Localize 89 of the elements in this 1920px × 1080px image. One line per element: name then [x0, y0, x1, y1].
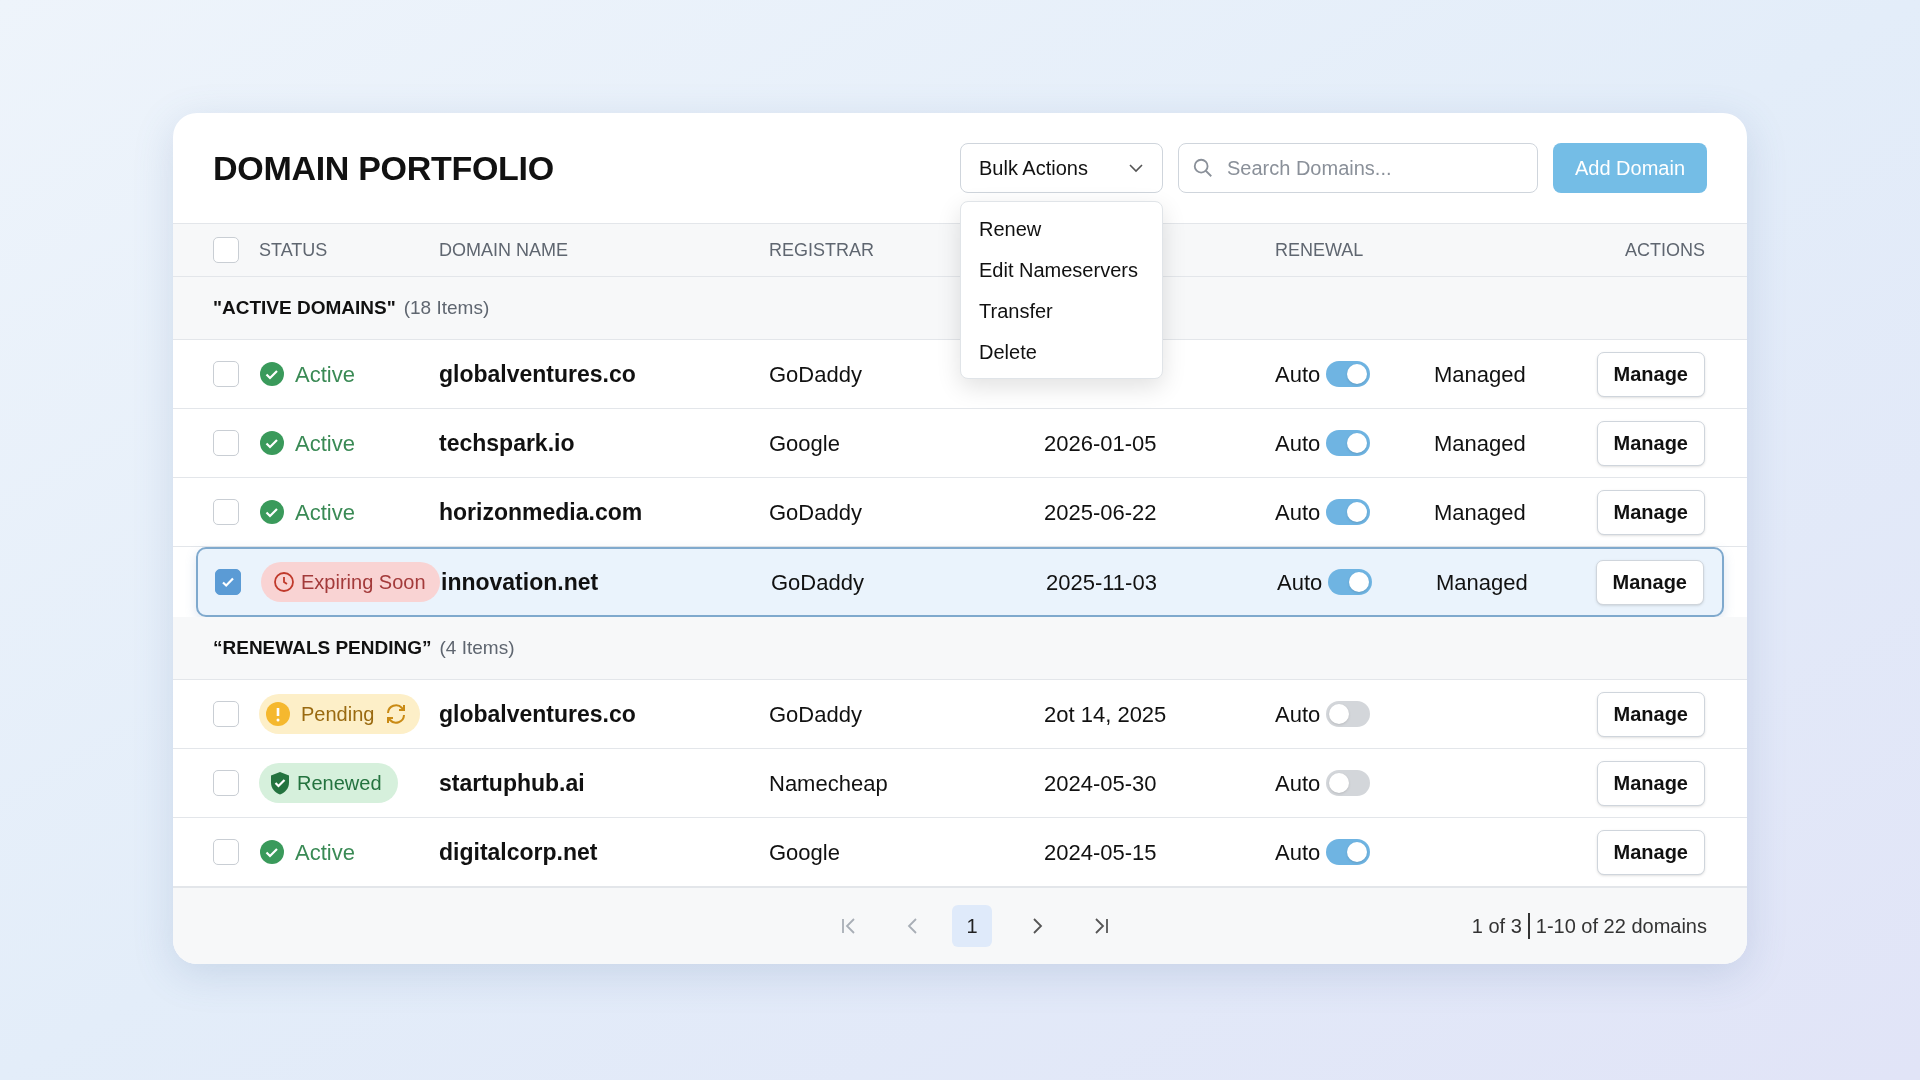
renewal-label: Auto: [1275, 498, 1321, 527]
page-button[interactable]: 1: [952, 905, 992, 947]
checkbox[interactable]: [213, 361, 239, 387]
domain-name: techspark.io: [439, 428, 576, 458]
auto-renew-toggle[interactable]: [1326, 430, 1371, 456]
auto-renew-toggle[interactable]: [1328, 569, 1373, 595]
menu-item[interactable]: Delete: [961, 331, 1162, 372]
auto-renew-toggle[interactable]: [1326, 839, 1371, 865]
auto-renew-toggle[interactable]: [1326, 361, 1371, 387]
manage-button[interactable]: Manage: [1596, 351, 1705, 397]
renewal-label: Auto: [1275, 700, 1321, 729]
check-circle-icon: [259, 430, 285, 456]
group-count: (18 Items): [403, 295, 490, 320]
column-header: RENEWAL: [1275, 238, 1365, 262]
checkbox[interactable]: [213, 701, 239, 727]
expiry-date: 2024-05-30: [1044, 769, 1158, 798]
registrar-cell-text: Google: [769, 429, 841, 458]
registrar-cell-text: Google: [769, 838, 841, 867]
check-circle-icon: [259, 499, 285, 525]
registrar-cell-text: GoDaddy: [769, 498, 863, 527]
status-badge: Pending: [259, 694, 421, 734]
status-label: Active: [295, 360, 355, 389]
domain-name: horizonmedia.com: [439, 497, 644, 527]
status-label: Active: [295, 838, 355, 867]
checkbox[interactable]: [213, 839, 239, 865]
column-header: STATUS: [259, 238, 329, 262]
group-title: “RENEWALS PENDING”: [213, 635, 432, 660]
search-field[interactable]: Search Domains...: [1178, 143, 1538, 193]
auto-renew-toggle[interactable]: [1326, 770, 1371, 796]
renewal-label: Auto: [1275, 769, 1321, 798]
exclamation-circle-icon: [265, 701, 291, 727]
checkbox[interactable]: [213, 499, 239, 525]
chevron-down-icon: [1128, 163, 1144, 173]
expiry-date: 2025-11-03: [1046, 568, 1158, 597]
domain-name: globalventures.co: [439, 359, 637, 389]
domain-name: innovation.net: [441, 567, 600, 597]
clock-icon: [273, 571, 295, 593]
management-label: Managed: [1434, 360, 1527, 389]
column-header: REGISTRAR: [769, 238, 875, 262]
expiry-date: 2ot 14, 2025: [1044, 700, 1168, 729]
expiry-date: 2025-06-22: [1044, 498, 1158, 527]
checkbox[interactable]: [215, 569, 241, 595]
menu-item[interactable]: Renew: [961, 208, 1162, 249]
renewal-label: Auto: [1275, 360, 1321, 389]
management-label: Managed: [1436, 568, 1529, 597]
manage-button[interactable]: Manage: [1595, 559, 1704, 605]
search-icon: [1192, 157, 1214, 179]
registrar-cell-text: GoDaddy: [769, 700, 863, 729]
registrar-cell-text: GoDaddy: [769, 360, 863, 389]
bulk-actions-dropdown[interactable]: Bulk Actions: [960, 143, 1163, 193]
registrar-cell-text: GoDaddy: [771, 568, 865, 597]
domain-name: globalventures.co: [439, 699, 637, 729]
column-header: DOMAIN NAME: [439, 238, 569, 262]
management-label: Managed: [1434, 498, 1527, 527]
page-count: 1 of 3: [1471, 914, 1522, 939]
results-range: 1-10 of 22 domains: [1535, 914, 1707, 939]
menu-item[interactable]: Transfer: [961, 290, 1162, 331]
status-label: Active: [295, 429, 355, 458]
page-title: DOMAIN PORTFOLIO: [213, 147, 554, 189]
manage-button[interactable]: Manage: [1596, 489, 1705, 535]
check-circle-icon: [259, 361, 285, 387]
manage-button[interactable]: Manage: [1596, 760, 1705, 806]
domain-name: startuphub.ai: [439, 768, 586, 798]
management-label: Managed: [1434, 429, 1527, 458]
renewal-label: Auto: [1277, 568, 1323, 597]
expiry-date: 2026-01-05: [1044, 429, 1158, 458]
domain-name: digitalcorp.net: [439, 837, 599, 867]
selected-row[interactable]: Expiring Soon innovation.net GoDaddy 2025-11-03 Auto Managed Manage: [196, 547, 1724, 617]
renewal-label: Auto: [1275, 429, 1321, 458]
manage-button[interactable]: Manage: [1596, 691, 1705, 737]
checkbox[interactable]: [213, 770, 239, 796]
group-title: "ACTIVE DOMAINS": [213, 295, 396, 320]
menu-item[interactable]: Edit Nameservers: [961, 249, 1162, 290]
status-badge: Renewed: [259, 763, 398, 803]
checkbox[interactable]: [213, 237, 239, 263]
check-circle-icon: [259, 839, 285, 865]
checkbox[interactable]: [213, 430, 239, 456]
manage-button[interactable]: Manage: [1596, 420, 1705, 466]
group-count: (4 Items): [439, 635, 515, 660]
status-label: Active: [295, 498, 355, 527]
registrar-cell-text: Namecheap: [769, 769, 889, 798]
auto-renew-toggle[interactable]: [1326, 499, 1371, 525]
expiry-date: 2024-05-15: [1044, 838, 1158, 867]
renewal-label: Auto: [1275, 838, 1321, 867]
manage-button[interactable]: Manage: [1596, 829, 1705, 875]
auto-renew-toggle[interactable]: [1326, 701, 1371, 727]
shield-check-icon: [269, 771, 291, 795]
column-header: ACTIONS: [1625, 238, 1705, 262]
status-badge: Expiring Soon: [261, 562, 440, 602]
